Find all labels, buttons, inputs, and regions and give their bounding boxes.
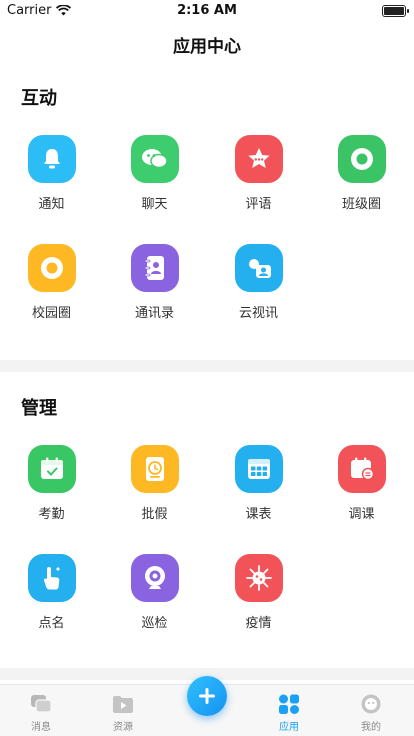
profile-icon (359, 693, 383, 715)
app-contacts[interactable]: 通讯录 (103, 244, 206, 321)
app-label: 通讯录 (134, 306, 174, 321)
hand-point-icon (27, 554, 76, 602)
timetable-icon (234, 445, 283, 493)
tab-label: 资源 (113, 722, 133, 733)
app-label: 批假 (141, 507, 168, 522)
clock-leave-icon (130, 445, 179, 493)
contacts-book-icon (130, 244, 179, 292)
app-epidemic[interactable]: 疫情 (207, 554, 310, 631)
tab-label: 应用 (279, 722, 299, 733)
ring-icon (337, 135, 386, 183)
virus-icon (234, 554, 283, 602)
app-label: 考勤 (38, 507, 65, 522)
tab-messages[interactable]: 消息 (0, 693, 82, 733)
app-label: 评语 (245, 197, 272, 212)
app-timetable[interactable]: 课表 (207, 445, 310, 522)
app-campus-circle[interactable]: 校园圈 (0, 244, 103, 321)
star-comment-icon (234, 135, 283, 183)
app-notice[interactable]: 通知 (0, 135, 103, 212)
app-label: 疫情 (245, 616, 272, 631)
app-attendance[interactable]: 考勤 (0, 445, 103, 522)
app-class-circle[interactable]: 班级圈 (310, 135, 413, 212)
app-comment[interactable]: 评语 (207, 135, 310, 212)
app-label: 云视讯 (238, 306, 278, 321)
apps-icon (277, 693, 301, 715)
section-title-management: 管理 (21, 398, 57, 419)
app-label: 通知 (38, 197, 65, 212)
tab-apps[interactable]: 应用 (248, 693, 330, 733)
message-icon (29, 693, 53, 715)
app-course-adjust[interactable]: 调课 (310, 445, 413, 522)
add-button[interactable] (187, 676, 227, 716)
plus-icon (199, 688, 215, 704)
section-divider (0, 360, 414, 372)
camera-icon (130, 554, 179, 602)
app-label: 巡检 (141, 616, 168, 631)
video-contact-icon (234, 244, 283, 292)
status-bar: Carrier 2:16 AM (0, 0, 414, 22)
app-video-meeting[interactable]: 云视讯 (207, 244, 310, 321)
app-label: 聊天 (141, 197, 168, 212)
bell-icon (27, 135, 76, 183)
battery-icon (382, 5, 409, 17)
chat-icon (130, 135, 179, 183)
tab-profile[interactable]: 我的 (330, 693, 412, 733)
app-roll-call[interactable]: 点名 (0, 554, 103, 631)
page-title: 应用中心 (173, 37, 241, 57)
app-label: 课表 (245, 507, 272, 522)
status-time: 2:16 AM (177, 3, 237, 18)
folder-play-icon (111, 693, 135, 715)
calendar-check-icon (27, 445, 76, 493)
tab-label: 消息 (31, 722, 51, 733)
app-leave[interactable]: 批假 (103, 445, 206, 522)
app-label: 班级圈 (341, 197, 381, 212)
section-title-interaction: 互动 (21, 88, 57, 109)
calendar-swap-icon (337, 445, 386, 493)
app-label: 调课 (348, 507, 375, 522)
app-chat[interactable]: 聊天 (103, 135, 206, 212)
tab-label: 我的 (361, 722, 381, 733)
ring-icon (27, 244, 76, 292)
app-inspection[interactable]: 巡检 (103, 554, 206, 631)
tab-resources[interactable]: 资源 (82, 693, 164, 733)
app-label: 校园圈 (31, 306, 71, 321)
app-label: 点名 (38, 616, 65, 631)
